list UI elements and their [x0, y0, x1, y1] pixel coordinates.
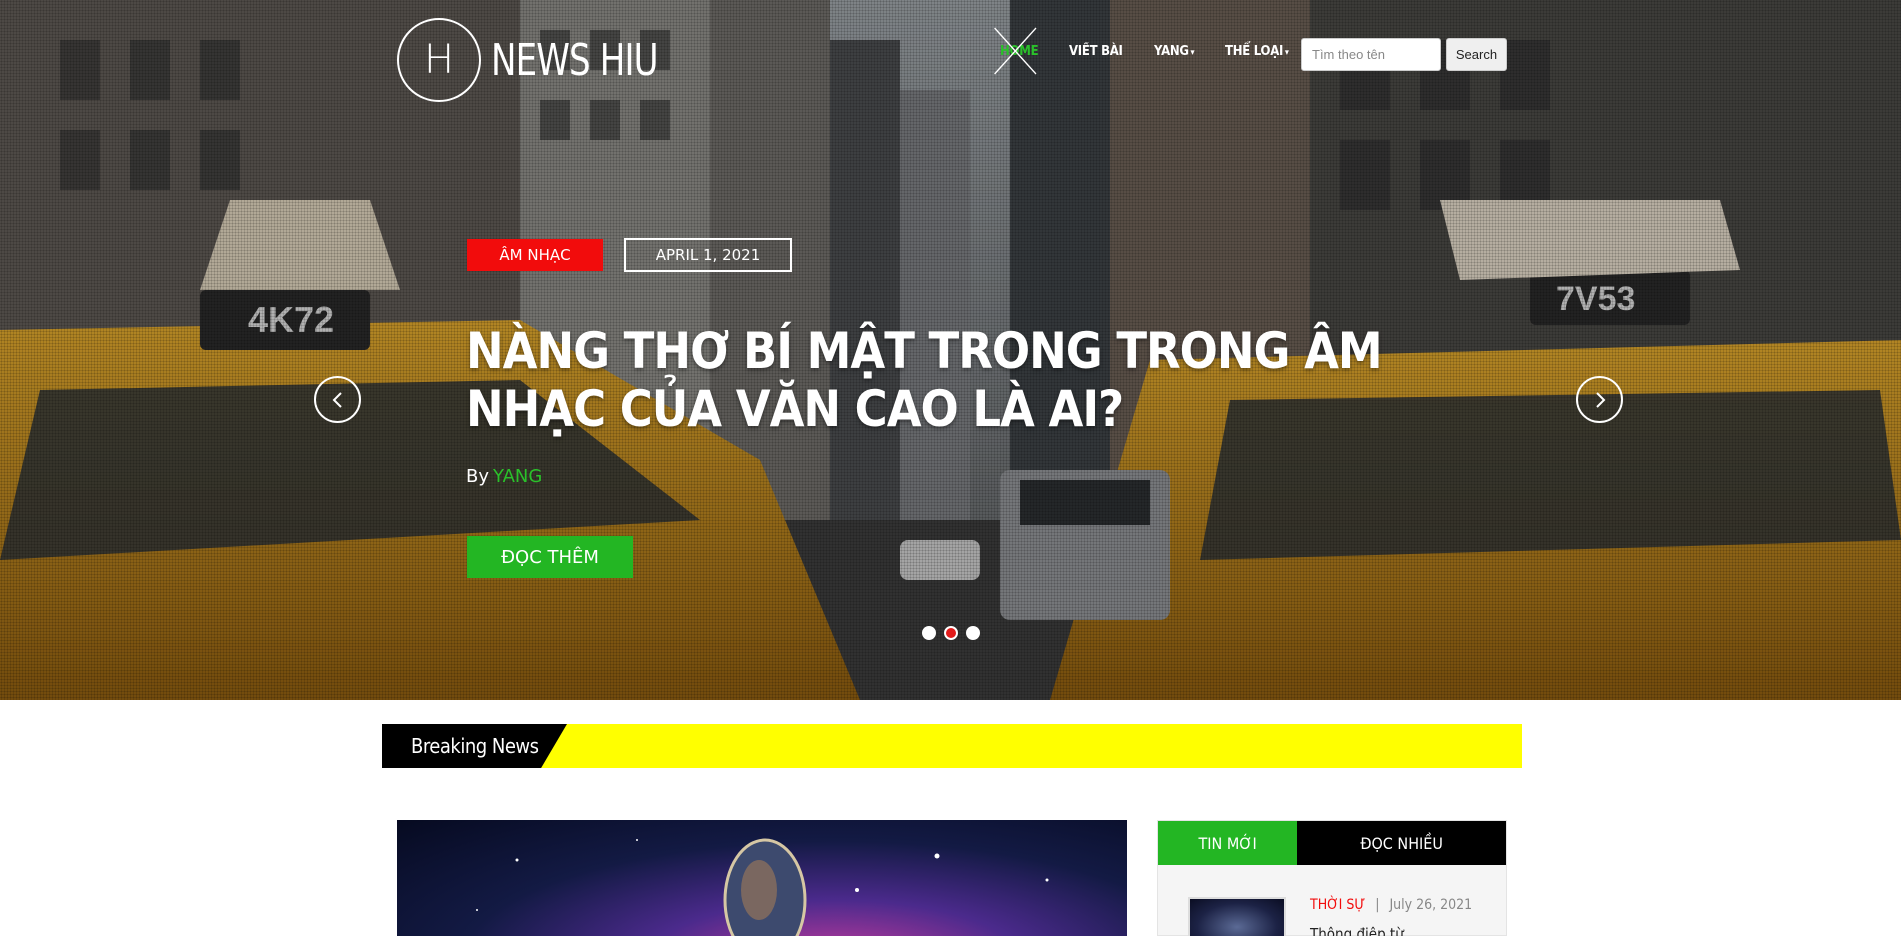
caret-down-icon: ▾ — [1190, 48, 1195, 58]
slider-dot-active[interactable] — [944, 626, 958, 640]
chevron-left-icon — [332, 391, 342, 408]
nav-user-dropdown[interactable]: YANG ▾ — [1154, 44, 1195, 59]
logo-mark: H — [397, 18, 481, 102]
search-button[interactable]: Search — [1446, 38, 1507, 71]
nav-category-dropdown[interactable]: THỂ LOẠI ▾ — [1225, 44, 1289, 59]
breaking-news-label: Breaking News — [382, 724, 567, 768]
nav-write-post[interactable]: VIẾT BÀI — [1069, 44, 1123, 59]
nav-user-label: YANG — [1154, 44, 1189, 59]
nav-category-label: THỂ LOẠI — [1224, 44, 1284, 59]
news-sidebar: TIN MỚI ĐỌC NHIỀU THỜI SỰ | July 26, 2021 … — [1157, 820, 1507, 936]
slide-title[interactable]: NÀNG THƠ BÍ MẬT TRONG TRONG ÂM NHẠC CỦA … — [466, 322, 1476, 438]
cross-decoration-icon — [994, 27, 1037, 75]
list-item[interactable]: THỜI SỰ | July 26, 2021 Thông điệp từ... — [1188, 897, 1472, 936]
news-title[interactable]: Thông điệp từ... — [1310, 925, 1472, 936]
tab-latest[interactable]: TIN MỚI — [1158, 821, 1298, 865]
read-more-button[interactable]: ĐỌC THÊM — [467, 536, 633, 578]
slider-next-button[interactable] — [1576, 376, 1623, 423]
slider-dot[interactable] — [922, 626, 936, 640]
chevron-right-icon — [1595, 391, 1605, 408]
slide-byline: By YANG — [466, 466, 542, 487]
logo-text: NEWS HIU — [491, 34, 659, 86]
byline-prefix: By — [466, 466, 490, 487]
main-nav: HOME VIẾT BÀI YANG ▾ THỂ LOẠI ▾ — [994, 27, 1322, 75]
news-date: July 26, 2021 — [1389, 897, 1473, 913]
tab-most-read[interactable]: ĐỌC NHIỀU — [1297, 821, 1506, 865]
news-category[interactable]: THỜI SỰ — [1310, 897, 1365, 913]
featured-illustration — [476, 838, 1049, 936]
slide-date: APRIL 1, 2021 — [624, 238, 792, 272]
slider-prev-button[interactable] — [314, 376, 361, 423]
slider-dot[interactable] — [966, 626, 980, 640]
slide-author-link[interactable]: YANG — [493, 466, 542, 487]
slider-dots — [922, 626, 980, 640]
site-logo[interactable]: H NEWS HIU — [397, 18, 685, 102]
featured-article-image[interactable] — [397, 820, 1127, 936]
slide-category-tag[interactable]: ÂM NHẠC — [467, 239, 603, 271]
nav-write-post-label: VIẾT BÀI — [1068, 44, 1123, 59]
news-meta: THỜI SỰ | July 26, 2021 Thông điệp từ... — [1310, 897, 1472, 936]
caret-down-icon: ▾ — [1284, 48, 1289, 58]
nav-home[interactable]: HOME — [994, 27, 1039, 75]
search-input[interactable] — [1301, 38, 1441, 71]
hero-slider: 4K72 7V53 H NEWS HIU HOME VIẾT BÀI YANG▾ — [0, 0, 1901, 700]
meta-separator: | — [1375, 897, 1380, 913]
breaking-news-bar: Breaking News — [382, 724, 1522, 768]
sidebar-tabs: TIN MỚI ĐỌC NHIỀU — [1158, 821, 1506, 865]
news-thumbnail[interactable] — [1188, 897, 1286, 936]
